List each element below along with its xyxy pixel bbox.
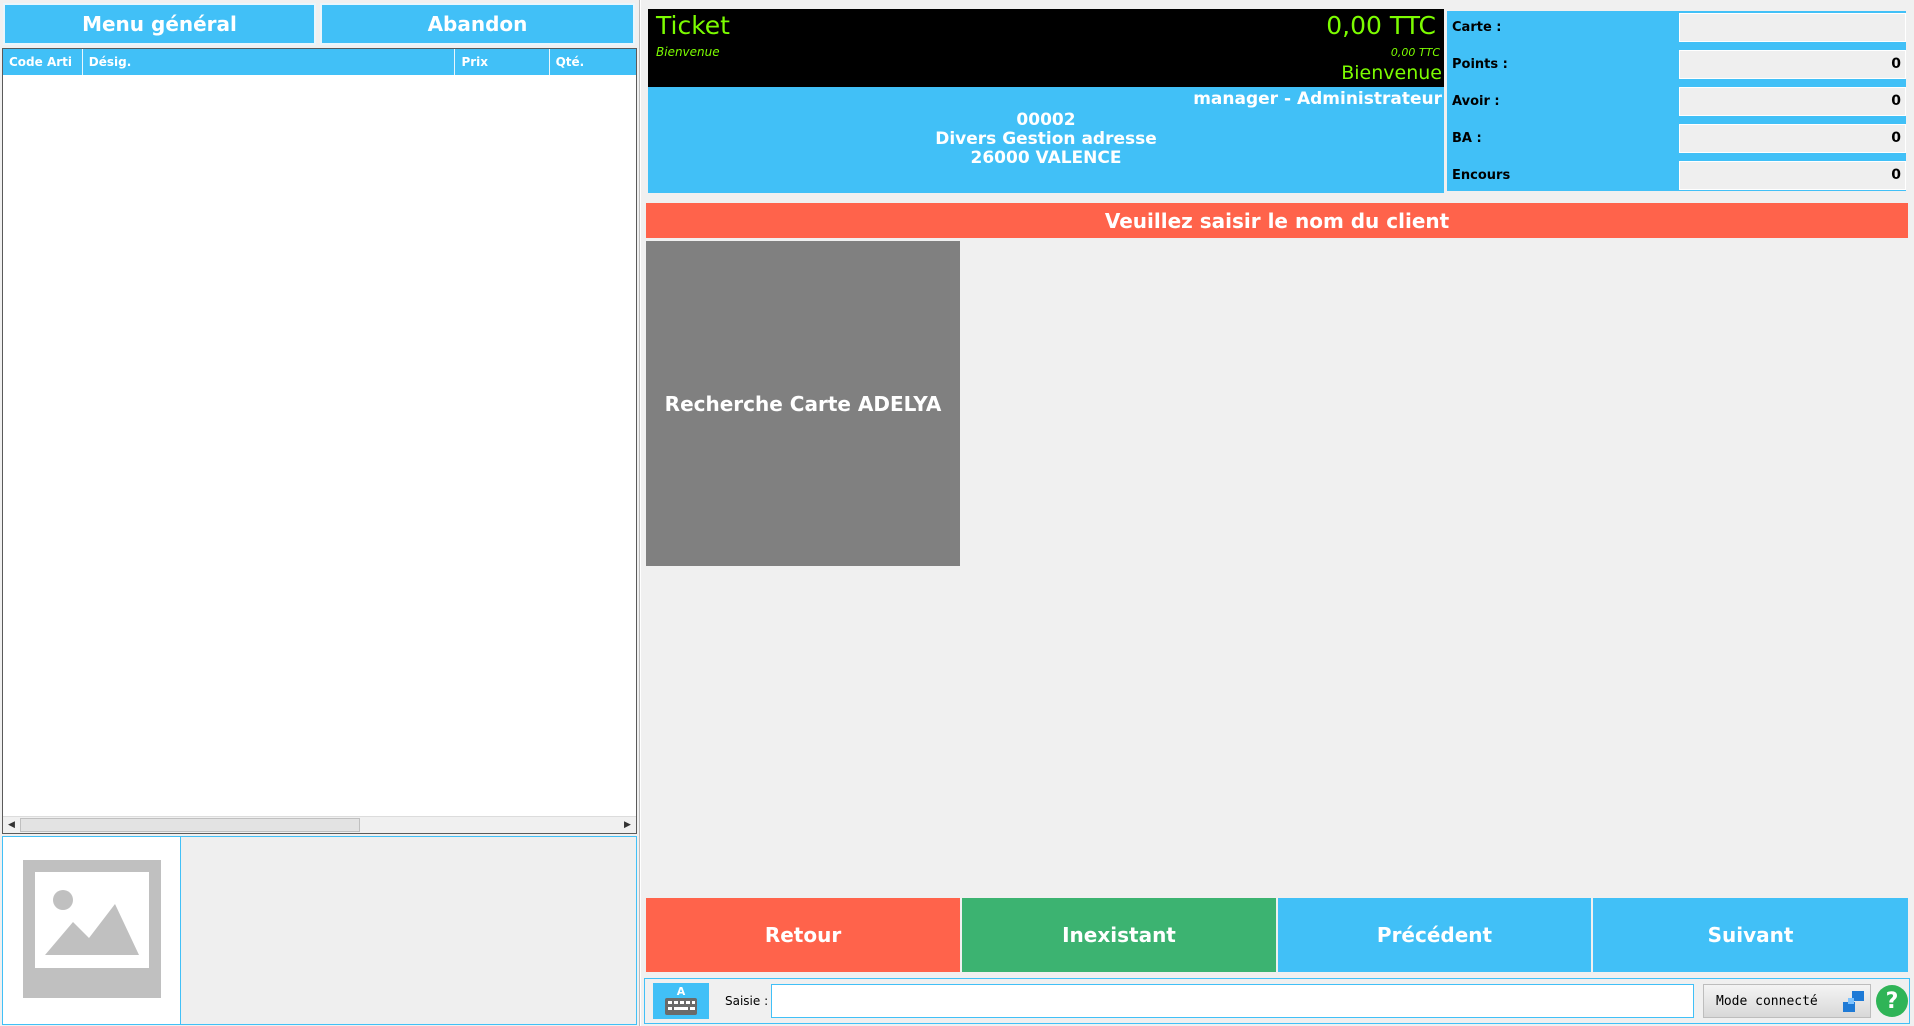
points-label: Points :: [1452, 57, 1508, 72]
menu-general-button[interactable]: Menu général: [3, 3, 316, 45]
ticket-subtitle: Bienvenue: [656, 45, 720, 59]
saisie-input[interactable]: [771, 984, 1694, 1018]
customer-info: manager - Administrateur 00002 Divers Ge…: [648, 87, 1444, 193]
retour-button[interactable]: Retour: [646, 898, 960, 972]
image-box: [3, 837, 181, 1024]
search-adelya-card-button[interactable]: Recherche Carte ADELYA: [646, 241, 960, 566]
abandon-button[interactable]: Abandon: [320, 3, 635, 45]
ticket-total: 0,00 TTC: [1326, 11, 1436, 40]
inexistant-button[interactable]: Inexistant: [962, 898, 1276, 972]
ba-field[interactable]: 0: [1679, 124, 1906, 153]
image-placeholder-icon: [23, 860, 161, 998]
prompt-bar: Veuillez saisir le nom du client: [646, 203, 1908, 238]
right-panel: Ticket Bienvenue 0,00 TTC 0,00 TTC Bienv…: [641, 0, 1914, 1026]
input-bar: A Saisie : Mode connecté ?: [644, 978, 1910, 1024]
col-code[interactable]: Code Arti: [3, 49, 83, 75]
connection-mode-button[interactable]: Mode connecté: [1703, 984, 1871, 1018]
scroll-thumb[interactable]: [20, 818, 360, 832]
grid-header: Code Arti Désig. Prix Qté.: [3, 49, 637, 75]
avoir-label: Avoir :: [1452, 94, 1500, 109]
help-icon[interactable]: ?: [1876, 985, 1908, 1017]
horizontal-scrollbar[interactable]: ◀ ▶: [3, 816, 636, 833]
col-qty[interactable]: Qté.: [549, 49, 637, 75]
customer-city: 26000 VALENCE: [970, 148, 1122, 168]
ticket-welcome: Bienvenue: [1341, 62, 1442, 84]
precedent-button[interactable]: Précédent: [1278, 898, 1591, 972]
carte-label: Carte :: [1452, 20, 1502, 35]
article-grid[interactable]: Code Arti Désig. Prix Qté. ◀ ▶: [2, 48, 637, 834]
ticket-title: Ticket: [656, 11, 730, 40]
scroll-left-arrow[interactable]: ◀: [3, 817, 20, 833]
current-user: manager - Administrateur: [1193, 89, 1442, 109]
encours-label: Encours: [1452, 168, 1511, 183]
article-preview-panel: [2, 836, 637, 1025]
col-price[interactable]: Prix: [455, 49, 550, 75]
ba-label: BA :: [1452, 131, 1482, 146]
avoir-field[interactable]: 0: [1679, 87, 1906, 116]
encours-field[interactable]: 0: [1679, 161, 1906, 190]
keyboard-icon[interactable]: A: [653, 983, 709, 1019]
saisie-label: Saisie :: [725, 994, 769, 1008]
loyalty-panel: Carte : Points : 0 Avoir : 0 BA : 0 Enco…: [1445, 9, 1908, 193]
customer-code: 00002: [1016, 110, 1076, 130]
ticket-total-small: 0,00 TTC: [1390, 46, 1440, 59]
connection-mode-label: Mode connecté: [1716, 994, 1818, 1009]
col-designation[interactable]: Désig.: [82, 49, 456, 75]
suivant-button[interactable]: Suivant: [1593, 898, 1908, 972]
svg-text:A: A: [677, 985, 686, 998]
scroll-right-arrow[interactable]: ▶: [619, 817, 636, 833]
carte-field[interactable]: [1679, 13, 1906, 42]
network-icon: [1842, 990, 1866, 1014]
points-field[interactable]: 0: [1679, 50, 1906, 79]
customer-name: Divers Gestion adresse: [935, 129, 1157, 149]
left-panel: Menu général Abandon Code Arti Désig. Pr…: [0, 0, 640, 1026]
ticket-display: Ticket Bienvenue 0,00 TTC 0,00 TTC Bienv…: [648, 9, 1444, 87]
